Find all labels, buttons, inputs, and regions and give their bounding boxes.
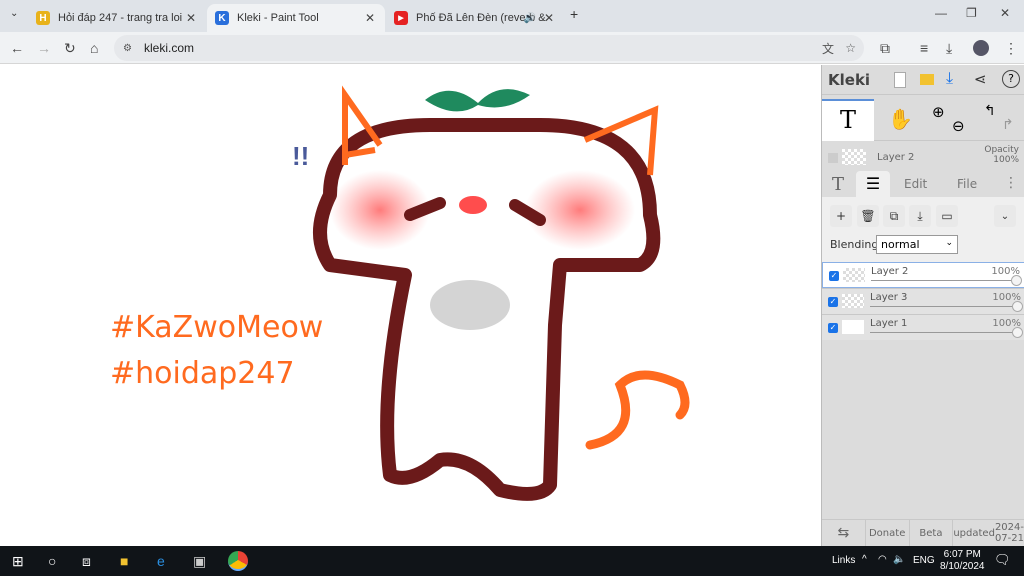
- sprout: [425, 89, 530, 112]
- chrome-icon[interactable]: [228, 551, 248, 571]
- windows-start-icon[interactable]: ⊞: [12, 553, 24, 570]
- tab-hoidap[interactable]: H Hỏi đáp 247 - trang tra loi ✕: [28, 4, 206, 32]
- taskbar: ⊞ ○ ⧈ ■ e ▣ Links ^ ◠ 🔈 ENG 6:07 PM 8/10/…: [0, 546, 1024, 576]
- back-button[interactable]: ←: [10, 40, 24, 56]
- zoom-out-icon[interactable]: ⊖: [952, 117, 965, 135]
- tab-edit[interactable]: Edit: [904, 177, 927, 191]
- tab-title: Kleki - Paint Tool: [237, 12, 319, 24]
- audio-icon[interactable]: 🔊: [524, 13, 536, 24]
- art-text-line-2: #hoidap247: [110, 356, 295, 391]
- beta-link[interactable]: Beta: [910, 520, 954, 546]
- duplicate-layer-button[interactable]: ⧉: [883, 205, 905, 227]
- bookmark-star-icon[interactable]: ☆: [845, 41, 856, 55]
- more-icon[interactable]: ⋮: [1004, 175, 1018, 191]
- kleki-logo[interactable]: Kleki: [828, 71, 870, 89]
- search-icon[interactable]: ○: [48, 553, 56, 569]
- add-layer-button[interactable]: +: [830, 205, 852, 227]
- rename-layer-button[interactable]: ▭: [936, 205, 958, 227]
- network-icon[interactable]: ◠: [878, 554, 887, 565]
- store-icon[interactable]: ▣: [193, 553, 206, 570]
- opacity-slider-knob[interactable]: [1012, 301, 1023, 312]
- close-window-button[interactable]: ✕: [1000, 6, 1010, 20]
- blending-label: Blending: [830, 238, 879, 251]
- layer-row[interactable]: ✓ Layer 2 100%: [822, 262, 1024, 288]
- open-folder-icon[interactable]: [920, 74, 934, 85]
- redo-icon[interactable]: ↱: [1002, 117, 1014, 133]
- translate-icon[interactable]: 文: [822, 40, 834, 57]
- site-info-icon[interactable]: ⚙: [123, 43, 132, 54]
- tab-youtube[interactable]: ▶ Phố Đã Lên Đèn (reverb & 🔊 ✕: [386, 4, 564, 32]
- merge-layer-button[interactable]: ⤓: [909, 205, 931, 227]
- layer-row[interactable]: ✓ Layer 3 100%: [822, 288, 1024, 314]
- home-button[interactable]: ⌂: [90, 40, 98, 56]
- blending-select[interactable]: normal ⌄: [876, 235, 958, 254]
- reload-button[interactable]: ↻: [64, 40, 76, 57]
- notifications-icon[interactable]: 🗨: [994, 552, 1011, 568]
- close-icon[interactable]: ✕: [365, 11, 375, 25]
- text-tool-button[interactable]: T: [822, 99, 874, 141]
- chevron-up-icon[interactable]: ^: [862, 554, 867, 565]
- opacity-slider-knob[interactable]: [1011, 275, 1022, 286]
- minimize-button[interactable]: —: [935, 6, 947, 20]
- close-icon[interactable]: ✕: [544, 11, 554, 25]
- links-toolbar[interactable]: Links: [832, 555, 855, 566]
- close-icon[interactable]: ✕: [186, 11, 196, 25]
- file-explorer-icon[interactable]: ■: [120, 553, 128, 569]
- tab-search-button[interactable]: ⌄: [10, 8, 18, 19]
- extensions-icon[interactable]: ⧉: [880, 40, 890, 57]
- delete-layer-button[interactable]: 🗑: [857, 205, 879, 227]
- new-tab-button[interactable]: +: [570, 6, 578, 22]
- share-icon[interactable]: ⋖: [974, 70, 987, 88]
- donate-link[interactable]: Donate: [866, 520, 910, 546]
- zoom-in-icon[interactable]: ⊕: [932, 103, 945, 121]
- address-bar-row: ← → ↻ ⌂ ⚙ kleki.com 文 ☆ ⧉ ≡ ⤓ ⋮: [0, 32, 1024, 64]
- clock[interactable]: 6:07 PM 8/10/2024: [940, 549, 985, 573]
- tab-text-settings[interactable]: T: [832, 174, 844, 195]
- layer-thumbnail: [842, 149, 866, 165]
- opacity-slider-knob[interactable]: [1012, 327, 1023, 338]
- youtube-favicon: ▶: [394, 11, 408, 25]
- layer-row[interactable]: ✓ Layer 1 100%: [822, 314, 1024, 340]
- new-image-icon[interactable]: [894, 72, 906, 88]
- task-view-icon[interactable]: ⧈: [82, 553, 91, 570]
- save-download-icon[interactable]: ⤓: [946, 68, 953, 88]
- url-input[interactable]: ⚙ kleki.com 文 ☆: [114, 35, 864, 61]
- collapse-button[interactable]: ⌄: [994, 205, 1016, 227]
- layer-visible-checkbox[interactable]: [828, 153, 838, 163]
- menu-icon[interactable]: ⋮: [1004, 40, 1018, 57]
- panel-footer: ⇆ Donate Beta updated 2024-07-21: [822, 519, 1024, 546]
- changelog-link[interactable]: updated 2024-07-21: [953, 520, 1024, 546]
- current-layer-name: Layer 2: [877, 152, 915, 163]
- kleki-panel: Kleki ⤓ ⋖ ? T ✋ ⊕ ⊖ ↰ ↱ Layer 2 Opacity 1…: [821, 65, 1024, 546]
- volume-icon[interactable]: 🔈: [893, 554, 905, 565]
- tab-layers[interactable]: ☰: [856, 171, 890, 197]
- help-icon[interactable]: ?: [1002, 70, 1020, 88]
- edge-icon[interactable]: e: [157, 553, 165, 569]
- drawing-canvas[interactable]: !! #KaZwoMeow #hoidap247: [0, 65, 821, 546]
- avatar[interactable]: [973, 40, 989, 56]
- exclaim-marks: !!: [292, 141, 309, 171]
- hand-tool-icon[interactable]: ✋: [888, 107, 913, 131]
- cat-belly: [430, 280, 510, 330]
- artwork: !! #KaZwoMeow #hoidap247: [110, 85, 690, 501]
- tab-file[interactable]: File: [957, 177, 977, 191]
- media-icon[interactable]: ≡: [920, 40, 928, 56]
- nose: [459, 196, 487, 214]
- kleki-favicon: K: [215, 11, 229, 25]
- language-indicator[interactable]: ENG: [913, 555, 935, 566]
- art-text-line-1: #KaZwoMeow: [110, 310, 323, 345]
- hoidap-favicon: H: [36, 11, 50, 25]
- opacity-readout: Opacity 100%: [984, 145, 1019, 165]
- undo-icon[interactable]: ↰: [984, 103, 996, 119]
- tab-bar: ⌄ H Hỏi đáp 247 - trang tra loi ✕ K Klek…: [0, 0, 1024, 32]
- right-blush: [525, 170, 635, 250]
- forward-button[interactable]: →: [37, 40, 51, 56]
- tab-kleki[interactable]: K Kleki - Paint Tool ✕: [207, 4, 385, 32]
- url-text: kleki.com: [144, 41, 195, 55]
- download-icon[interactable]: ⤓: [946, 40, 952, 57]
- tab-title: Hỏi đáp 247 - trang tra loi: [58, 12, 183, 24]
- swap-side-button[interactable]: ⇆: [822, 520, 866, 546]
- restore-button[interactable]: ❐: [966, 6, 977, 20]
